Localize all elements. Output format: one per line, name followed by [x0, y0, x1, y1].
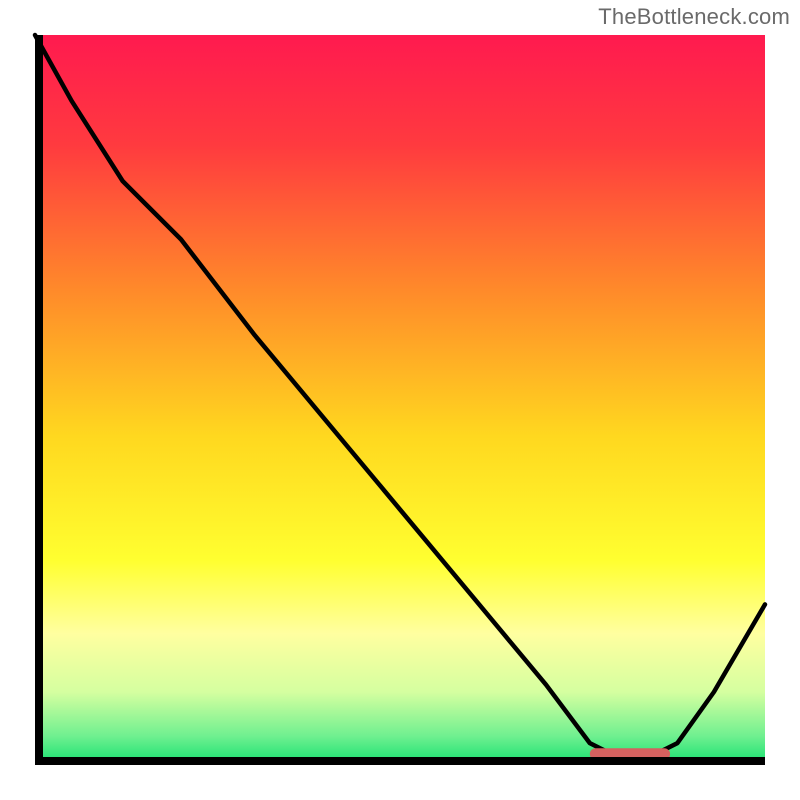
- x-axis: [35, 757, 765, 765]
- chart-container: TheBottleneck.com: [0, 0, 800, 800]
- watermark-text: TheBottleneck.com: [598, 4, 790, 30]
- chart-area: [35, 35, 765, 765]
- y-axis: [35, 35, 43, 765]
- axes-frame: [35, 35, 765, 765]
